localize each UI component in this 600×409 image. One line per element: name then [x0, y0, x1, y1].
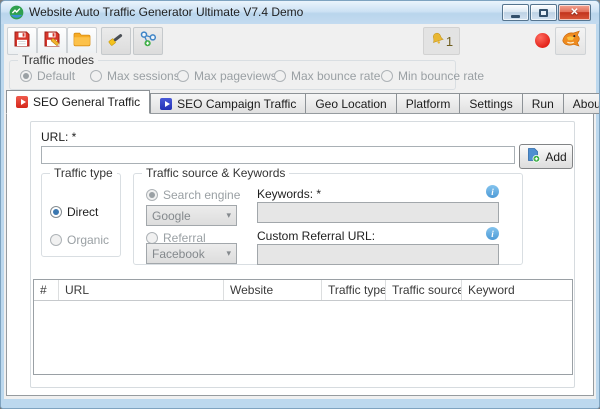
save-icon [12, 29, 32, 54]
column-header-website[interactable]: Website [224, 280, 322, 300]
radio-icon [20, 70, 32, 82]
radio-icon [90, 70, 102, 82]
keywords-label: Keywords: * [257, 187, 321, 201]
url-input[interactable] [41, 146, 515, 164]
flashlight-icon [106, 29, 126, 54]
save-button[interactable] [7, 27, 37, 55]
column-header-traffic-source[interactable]: Traffic source [386, 280, 462, 300]
minimize-button[interactable] [502, 4, 529, 21]
traffic-type-group: Traffic type Direct Organic [41, 173, 121, 257]
maximize-button[interactable] [530, 4, 557, 21]
tab-run[interactable]: Run [523, 93, 564, 114]
radio-icon [50, 206, 62, 218]
blue-play-icon [160, 98, 172, 110]
column-header-keyword[interactable]: Keyword [462, 280, 572, 300]
chevron-down-icon: ▾ [226, 210, 231, 221]
traffic-type-title: Traffic type [50, 166, 117, 180]
tab-seo-campaign-traffic[interactable]: SEO Campaign Traffic [150, 93, 306, 114]
close-icon: ✕ [570, 7, 578, 18]
window-title: Website Auto Traffic Generator Ultimate … [29, 1, 303, 24]
radio-icon [274, 70, 286, 82]
save-as-button[interactable] [37, 27, 67, 55]
open-folder-button[interactable] [67, 27, 97, 55]
search-engine-select[interactable]: Google ▾ [146, 205, 237, 226]
dragon-button[interactable] [555, 27, 586, 55]
radio-icon [177, 70, 189, 82]
radio-icon [50, 234, 62, 246]
save-as-icon [42, 29, 62, 54]
url-label: URL: * [41, 130, 76, 144]
keywords-info-icon[interactable]: i [486, 185, 499, 198]
record-status-icon [535, 33, 550, 48]
traffic-source-group: Traffic source & Keywords Search engine … [133, 173, 523, 265]
bell-icon [430, 31, 445, 51]
red-play-icon [16, 96, 28, 108]
tab-strip: SEO General Traffic SEO Campaign Traffic… [6, 90, 600, 114]
chevron-down-icon: ▾ [226, 248, 231, 259]
custom-referral-input[interactable] [257, 244, 499, 265]
tab-seo-general-traffic[interactable]: SEO General Traffic [6, 90, 150, 114]
share-nodes-icon [138, 29, 158, 54]
radio-organic[interactable]: Organic [50, 233, 109, 247]
traffic-modes-group: Traffic modes Default Max sessions Max p… [9, 60, 456, 90]
folder-icon [72, 29, 92, 54]
inner-panel: URL: * Add Traffic type [30, 121, 575, 388]
add-icon [525, 147, 541, 166]
traffic-source-title: Traffic source & Keywords [142, 166, 289, 180]
radio-search-engine[interactable]: Search engine [146, 188, 240, 202]
notification-button[interactable]: 1 [423, 27, 460, 55]
radio-max-bounce-rate[interactable]: Max bounce rate [274, 69, 380, 83]
app-icon [9, 5, 24, 20]
close-button[interactable]: ✕ [558, 4, 591, 21]
keywords-input[interactable] [257, 202, 499, 223]
tab-platform[interactable]: Platform [397, 93, 461, 114]
radio-max-pageviews[interactable]: Max pageviews [177, 69, 277, 83]
client-area: 1 Traffic modes Default Max sess [4, 24, 596, 399]
share-nodes-button[interactable] [133, 27, 163, 55]
custom-referral-info-icon[interactable]: i [486, 227, 499, 240]
titlebar: Website Auto Traffic Generator Ultimate … [1, 1, 599, 24]
notification-count: 1 [446, 34, 453, 49]
tab-settings[interactable]: Settings [460, 93, 522, 114]
app-window: Website Auto Traffic Generator Ultimate … [0, 0, 600, 409]
column-header-index[interactable]: # [34, 280, 59, 300]
column-header-url[interactable]: URL [59, 280, 224, 300]
radio-default[interactable]: Default [20, 69, 75, 83]
seo-general-tab-panel: URL: * Add Traffic type [6, 113, 594, 396]
minimize-icon [511, 15, 520, 18]
referral-select[interactable]: Facebook ▾ [146, 243, 237, 264]
add-button[interactable]: Add [519, 144, 573, 169]
tab-about[interactable]: About [564, 93, 600, 114]
radio-direct[interactable]: Direct [50, 205, 98, 219]
radio-min-bounce-rate[interactable]: Min bounce rate [381, 69, 484, 83]
radio-max-sessions[interactable]: Max sessions [90, 69, 180, 83]
tab-geo-location[interactable]: Geo Location [306, 93, 396, 114]
maximize-icon [539, 9, 548, 17]
dragon-icon [560, 28, 582, 55]
url-table-header: # URL Website Traffic type Traffic sourc… [34, 280, 572, 301]
radio-icon [146, 189, 158, 201]
flashlight-button[interactable] [101, 27, 131, 55]
url-table: # URL Website Traffic type Traffic sourc… [33, 279, 573, 375]
radio-icon [381, 70, 393, 82]
traffic-modes-title: Traffic modes [18, 53, 98, 67]
column-header-traffic-type[interactable]: Traffic type [322, 280, 386, 300]
custom-referral-label: Custom Referral URL: [257, 229, 375, 243]
